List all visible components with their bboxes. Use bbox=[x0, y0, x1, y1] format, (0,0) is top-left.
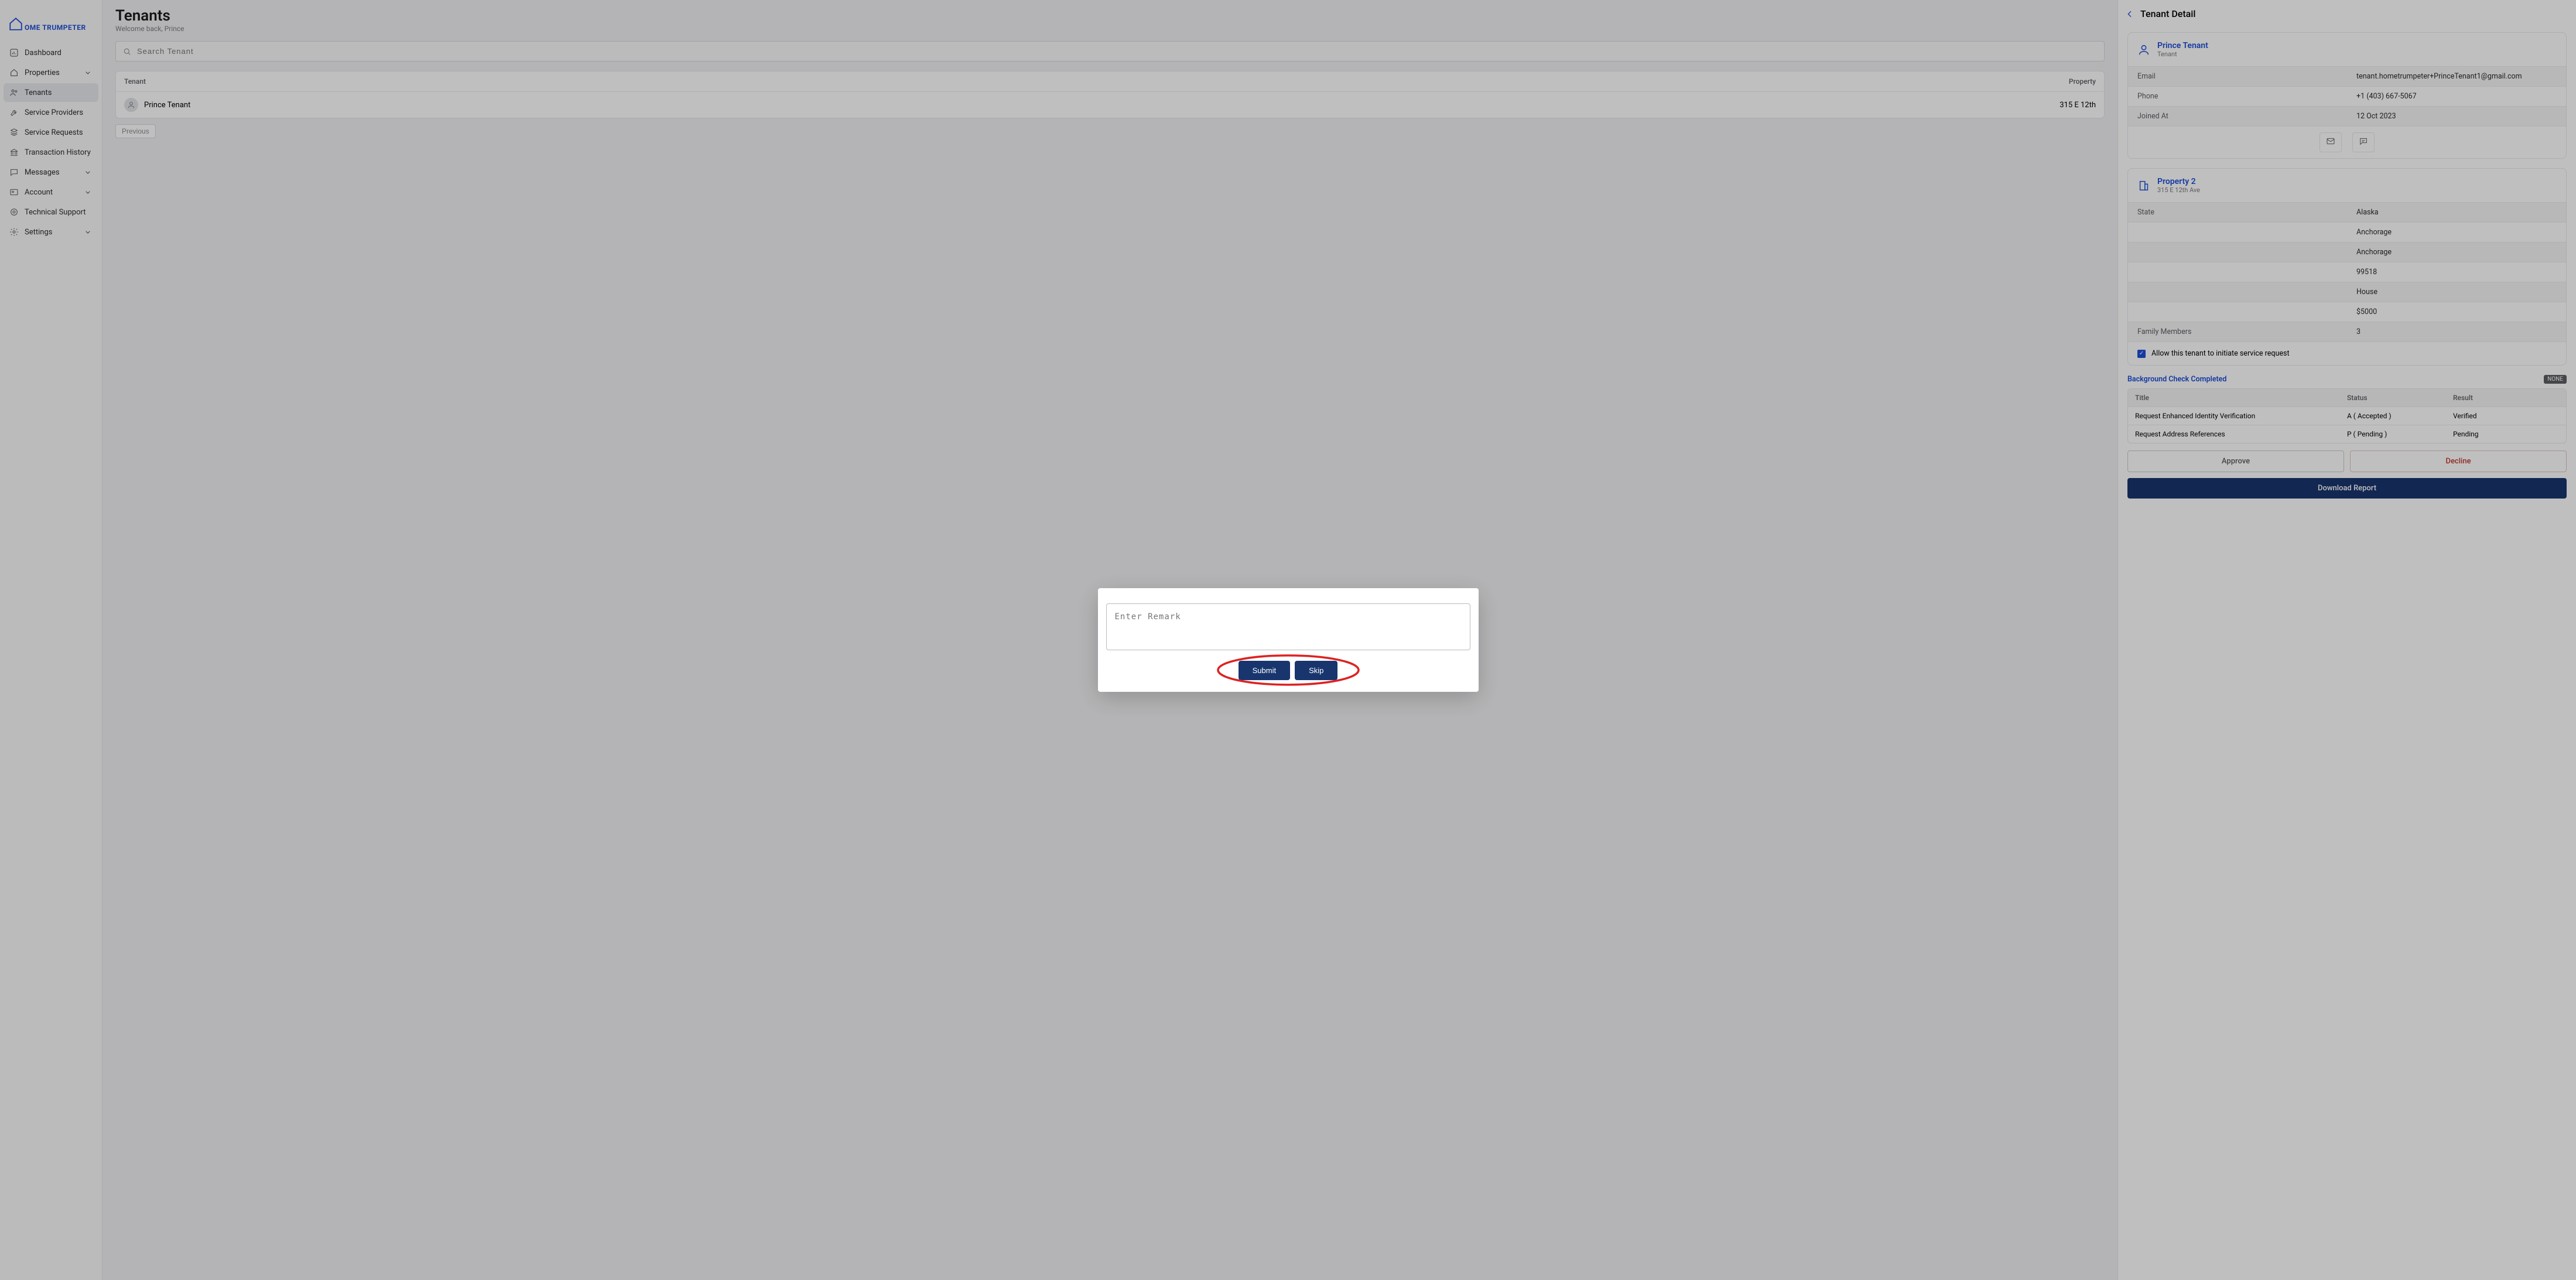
submit-button[interactable]: Submit bbox=[1239, 661, 1290, 680]
remark-modal: Submit Skip bbox=[1098, 588, 1479, 692]
modal-overlay[interactable]: Submit Skip bbox=[0, 0, 2576, 1280]
skip-button[interactable]: Skip bbox=[1295, 661, 1337, 680]
remark-input[interactable] bbox=[1106, 603, 1470, 650]
modal-actions: Submit Skip bbox=[1106, 661, 1470, 680]
